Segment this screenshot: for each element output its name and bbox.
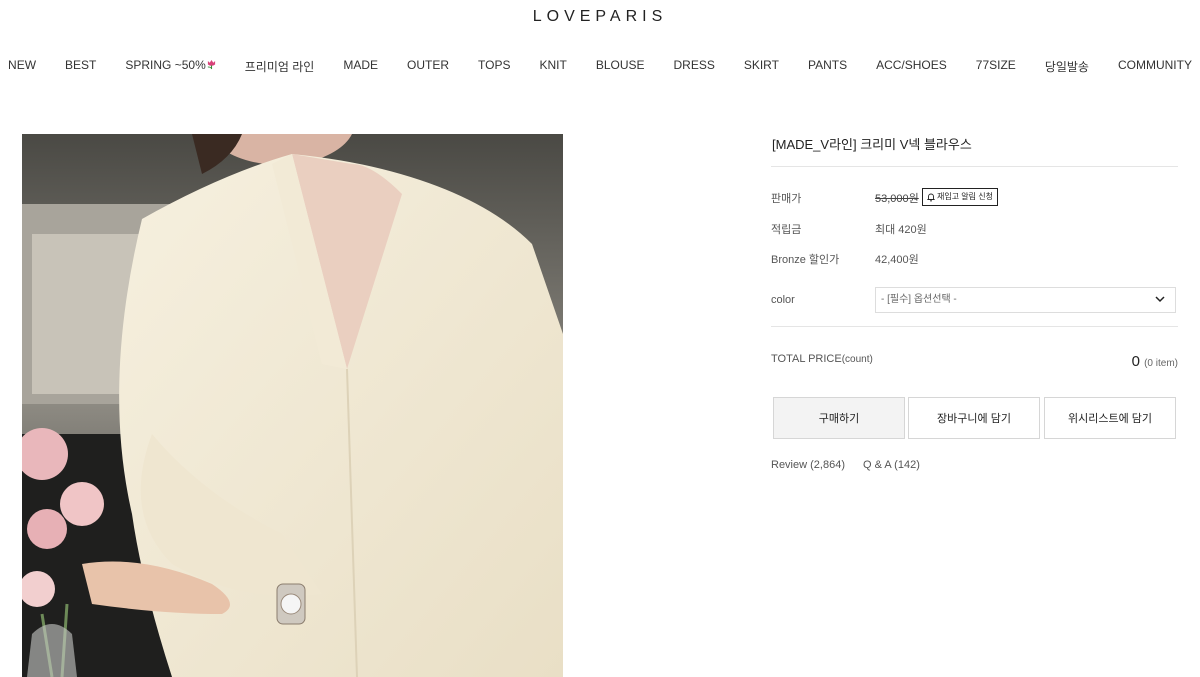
total-price-sub: (count) [841, 354, 873, 365]
nav-item-same-day[interactable]: 당일발송 [1030, 58, 1103, 75]
nav-item-knit[interactable]: KNIT [525, 58, 581, 75]
nav-item-premium[interactable]: 프리미엄 라인 [230, 58, 329, 75]
nav-item-spring-label: SPRING ~50% [125, 58, 206, 72]
chevron-down-icon [1155, 296, 1165, 303]
brand-logo[interactable]: LOVEPARIS [0, 8, 1200, 26]
restock-alert-label: 재입고 알림 신청 [937, 192, 993, 201]
total-price-label: TOTAL PRICE(count) [771, 353, 873, 365]
bell-icon [927, 193, 935, 202]
total-amount: 0 [1131, 353, 1140, 370]
nav-item-acc-shoes[interactable]: ACC/SHOES [862, 58, 962, 75]
divider [771, 166, 1178, 167]
tab-qna[interactable]: Q & A (142) [863, 459, 920, 471]
price-label: 판매가 [771, 193, 802, 205]
nav-item-dress[interactable]: DRESS [659, 58, 729, 75]
tulip-icon [207, 60, 215, 70]
divider [771, 326, 1178, 327]
member-price-value: 42,400원 [875, 254, 919, 266]
buy-now-button[interactable]: 구매하기 [773, 397, 905, 439]
color-option-selected: - [필수] 옵션선택 - [881, 294, 957, 305]
nav-item-best[interactable]: BEST [51, 58, 111, 75]
price-value: 53,000원 [875, 193, 919, 205]
product-image[interactable] [22, 134, 563, 677]
main-nav: NEW BEST SPRING ~50% 프리미엄 라인 MADE OUTER … [0, 58, 1200, 75]
points-value: 최대 420원 [875, 224, 927, 236]
nav-item-pants[interactable]: PANTS [793, 58, 861, 75]
nav-item-tops[interactable]: TOPS [464, 58, 525, 75]
nav-item-spring[interactable]: SPRING ~50% [111, 58, 230, 75]
nav-item-outer[interactable]: OUTER [393, 58, 464, 75]
tab-review[interactable]: Review (2,864) [771, 459, 845, 471]
member-price-label: Bronze 할인가 [771, 254, 840, 266]
nav-item-77size[interactable]: 77SIZE [961, 58, 1030, 75]
add-to-wishlist-button[interactable]: 위시리스트에 담기 [1044, 397, 1176, 439]
add-to-cart-button[interactable]: 장바구니에 담기 [908, 397, 1040, 439]
total-item-count: (0 item) [1144, 358, 1178, 369]
points-label: 적립금 [771, 224, 802, 236]
color-option-label: color [771, 294, 795, 306]
total-price-text: TOTAL PRICE [771, 353, 842, 365]
nav-item-skirt[interactable]: SKIRT [729, 58, 793, 75]
nav-item-made[interactable]: MADE [329, 58, 393, 75]
restock-alert-button[interactable]: 재입고 알림 신청 [922, 188, 998, 206]
nav-item-blouse[interactable]: BLOUSE [581, 58, 659, 75]
nav-item-community[interactable]: COMMUNITY [1103, 58, 1200, 75]
total-price-value: 0 (0 item) [1132, 353, 1178, 370]
product-photo [22, 134, 563, 677]
color-option-select[interactable]: - [필수] 옵션선택 - [875, 287, 1176, 313]
product-title: [MADE_V라인] 크리미 V넥 블라우스 [772, 137, 972, 152]
nav-item-new[interactable]: NEW [0, 58, 51, 75]
